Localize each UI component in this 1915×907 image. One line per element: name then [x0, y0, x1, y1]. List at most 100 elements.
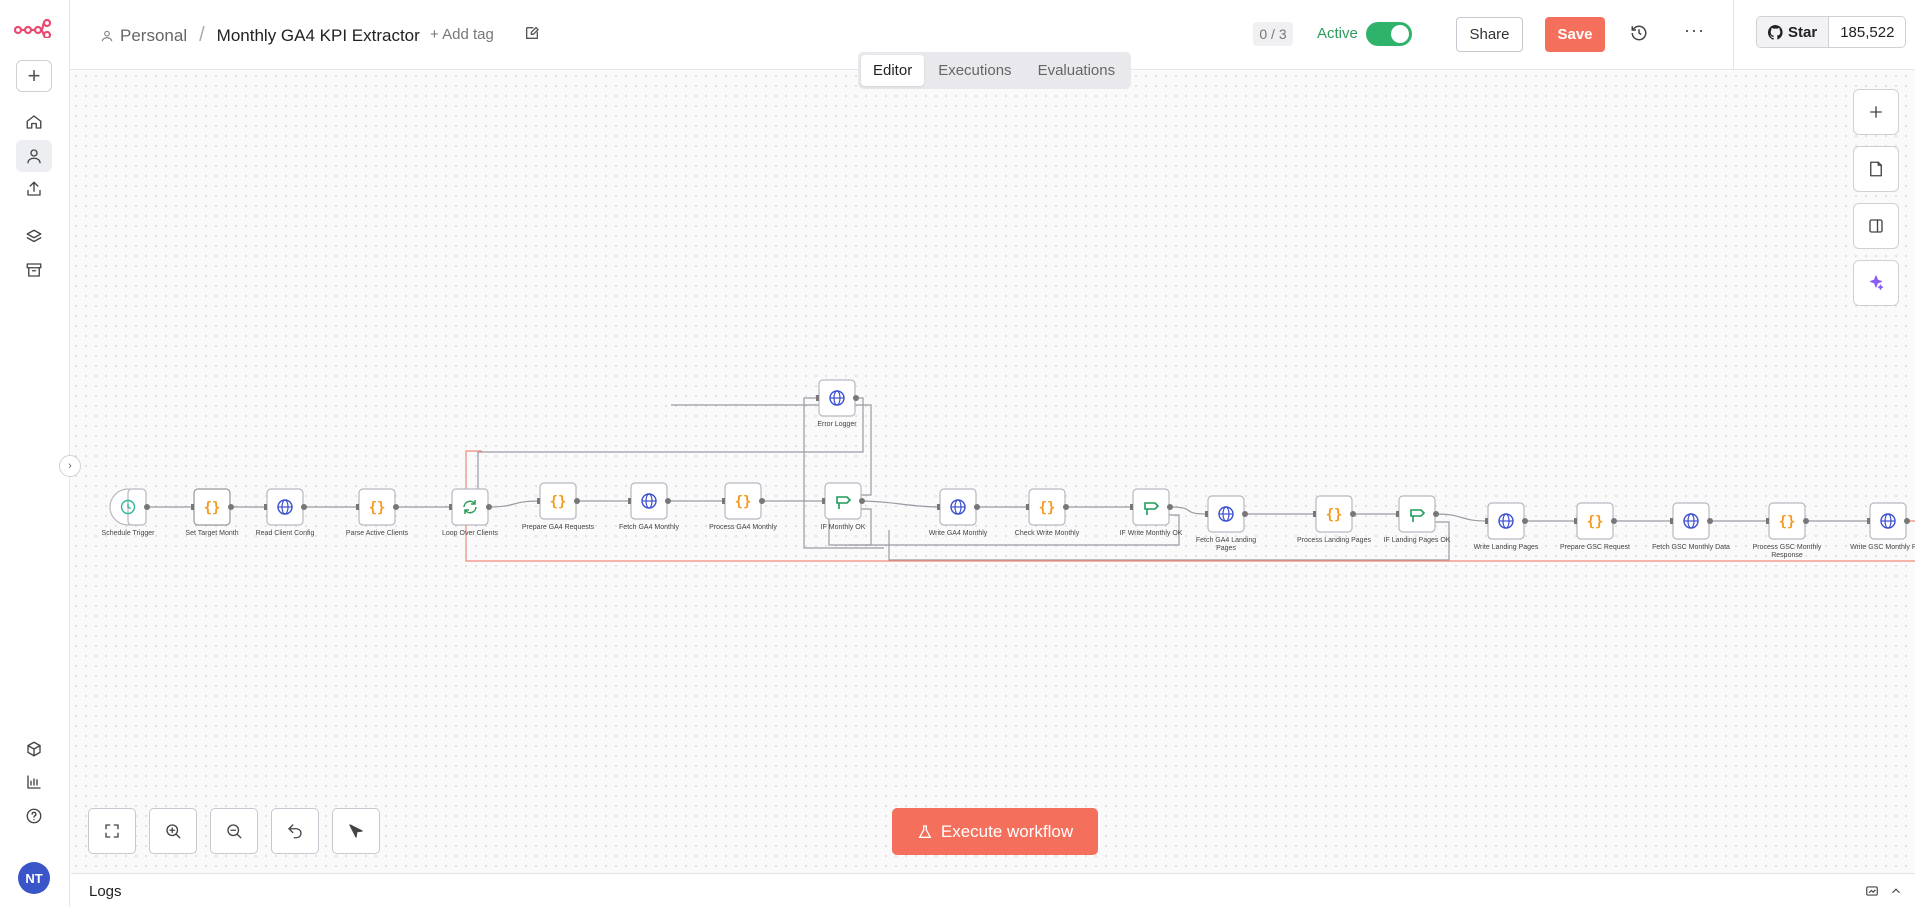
tidy-up-icon[interactable] — [332, 808, 380, 854]
active-toggle[interactable] — [1366, 22, 1412, 46]
chart-icon[interactable] — [16, 766, 52, 798]
tab-executions[interactable]: Executions — [926, 55, 1023, 86]
node-process-gsc-monthly-response[interactable]: {} Process GSC Monthly Response — [1753, 502, 1822, 559]
more-options-button[interactable]: ··· — [1684, 20, 1705, 41]
node-fetch-gsc-monthly-data[interactable]: Fetch GSC Monthly Data — [1652, 502, 1730, 551]
home-icon[interactable] — [16, 106, 52, 138]
execute-workflow-button[interactable]: Execute workflow — [892, 808, 1098, 855]
help-icon[interactable] — [16, 800, 52, 832]
breadcrumb: Personal / Monthly GA4 KPI Extractor — [100, 24, 420, 47]
tab-evaluations[interactable]: Evaluations — [1026, 55, 1128, 86]
svg-text:{}: {} — [1039, 500, 1056, 516]
undo-icon[interactable] — [271, 808, 319, 854]
node-label: IF Write Monthly OK — [1120, 530, 1183, 537]
divider — [1733, 0, 1734, 70]
breadcrumb-owner[interactable]: Personal — [120, 26, 187, 46]
plus-icon[interactable] — [1853, 89, 1899, 135]
version-counter: 0 / 3 — [1253, 22, 1293, 46]
node-parse-active-clients[interactable]: {} Parse Active Clients — [346, 488, 409, 537]
node-write-gsc-monthly-row[interactable]: Write GSC Monthly Row — [1850, 502, 1915, 551]
node-write-ga4-monthly[interactable]: Write GA4 Monthly — [929, 488, 988, 537]
share-button[interactable]: Share — [1456, 17, 1523, 52]
popout-icon[interactable] — [1865, 884, 1879, 898]
node-loop-over-clients[interactable]: Loop Over Clients — [442, 488, 499, 537]
n8n-logo-icon[interactable] — [13, 18, 52, 43]
sparkle-icon[interactable] — [1853, 260, 1899, 306]
node-label: IF Monthly OK — [821, 524, 866, 531]
chevron-up-icon[interactable] — [1889, 884, 1903, 898]
node-label: Process GSC Monthly Response — [1753, 544, 1822, 559]
node-if-landing-pages-ok[interactable]: IF Landing Pages OK — [1384, 495, 1451, 544]
logs-panel[interactable]: Logs — [71, 873, 1915, 907]
add-tag-button[interactable]: + Add tag — [430, 26, 494, 43]
code-icon: {} — [369, 500, 386, 516]
node-label: Read Client Config — [256, 530, 315, 537]
node-check-write-monthly[interactable]: {} Check Write Monthly — [1015, 488, 1080, 537]
avatar[interactable]: NT — [18, 862, 50, 894]
code-icon: {} — [1326, 507, 1343, 523]
sticky-note-icon[interactable] — [1853, 146, 1899, 192]
view-tabs: Editor Executions Evaluations — [858, 52, 1131, 89]
node-fetch-ga4-landing-pages[interactable]: Fetch GA4 Landing Pages — [1196, 495, 1256, 552]
workflow-canvas[interactable]: Schedule Trigger {} Set Target Month Read C… — [71, 71, 1915, 873]
main-sidebar: + NT — [0, 0, 70, 907]
layers-icon[interactable] — [16, 221, 52, 253]
person-icon — [101, 30, 113, 41]
node-prepare-ga4-requests[interactable]: {} Prepare GA4 Requests — [522, 482, 595, 531]
node-if-write-monthly-ok[interactable]: IF Write Monthly OK — [1120, 488, 1183, 537]
edit-description-icon[interactable] — [524, 25, 540, 41]
node-label: Set Target Month — [185, 530, 238, 537]
history-icon[interactable] — [1630, 24, 1648, 42]
svg-text:{}: {} — [1779, 514, 1796, 530]
github-star-widget[interactable]: Star 185,522 — [1756, 16, 1907, 48]
node-label: Schedule Trigger — [102, 530, 156, 537]
zoom-out-icon[interactable] — [210, 808, 258, 854]
workflow-graph: Schedule Trigger {} Set Target Month Read C… — [102, 379, 1915, 562]
node-if-monthly-ok[interactable]: IF Monthly OK — [821, 482, 866, 531]
zoom-in-icon[interactable] — [149, 808, 197, 854]
save-button[interactable]: Save — [1545, 17, 1605, 52]
workflow-title[interactable]: Monthly GA4 KPI Extractor — [217, 26, 420, 46]
node-fetch-ga4-monthly[interactable]: Fetch GA4 Monthly — [619, 482, 679, 531]
node-schedule-trigger[interactable]: Schedule Trigger — [102, 488, 156, 537]
node-label: Write Landing Pages — [1474, 544, 1539, 551]
node-process-ga4-monthly[interactable]: {} Process GA4 Monthly — [709, 482, 777, 531]
node-label: Write GSC Monthly Row — [1850, 544, 1915, 551]
svg-text:{}: {} — [1326, 507, 1343, 523]
node-error-logger[interactable]: Error Logger — [816, 379, 859, 428]
node-label: Fetch GSC Monthly Data — [1652, 544, 1730, 551]
breadcrumb-separator: / — [199, 24, 205, 46]
sidebar-expand-icon[interactable]: › — [59, 455, 81, 477]
github-star-button[interactable]: Star — [1757, 17, 1830, 47]
node-set-target-month[interactable]: {} Set Target Month — [185, 488, 239, 537]
node-process-landing-pages[interactable]: {} Process Landing Pages — [1297, 495, 1371, 544]
node-prepare-gsc-request[interactable]: {} Prepare GSC Request — [1560, 502, 1630, 551]
node-label: Process GA4 Monthly — [709, 524, 777, 531]
panel-icon[interactable] — [1853, 203, 1899, 249]
code-icon: {} — [735, 494, 752, 510]
node-label: Error Logger — [817, 421, 857, 428]
code-icon: {} — [1587, 514, 1604, 530]
svg-text:{}: {} — [735, 494, 752, 510]
code-icon: {} — [1779, 514, 1796, 530]
share-icon[interactable] — [16, 173, 52, 205]
node-label: Process Landing Pages — [1297, 537, 1371, 544]
node-label: Prepare GA4 Requests — [522, 524, 595, 531]
svg-text:{}: {} — [204, 500, 221, 516]
github-star-label: Star — [1788, 23, 1818, 41]
code-icon: {} — [1039, 500, 1056, 516]
user-icon[interactable] — [16, 140, 52, 172]
add-icon[interactable]: + — [16, 60, 52, 92]
archive-icon[interactable] — [16, 254, 52, 286]
logs-label: Logs — [89, 883, 122, 900]
svg-text:{}: {} — [369, 500, 386, 516]
fit-view-icon[interactable] — [88, 808, 136, 854]
cube-icon[interactable] — [16, 733, 52, 765]
execute-workflow-label: Execute workflow — [940, 821, 1074, 841]
github-star-count: 185,522 — [1840, 23, 1895, 41]
node-write-landing-pages[interactable]: Write Landing Pages — [1474, 502, 1539, 551]
node-read-client-config[interactable]: Read Client Config — [256, 488, 315, 537]
node-label: Prepare GSC Request — [1560, 544, 1630, 551]
svg-text:{}: {} — [550, 494, 567, 510]
tab-editor[interactable]: Editor — [861, 55, 925, 86]
